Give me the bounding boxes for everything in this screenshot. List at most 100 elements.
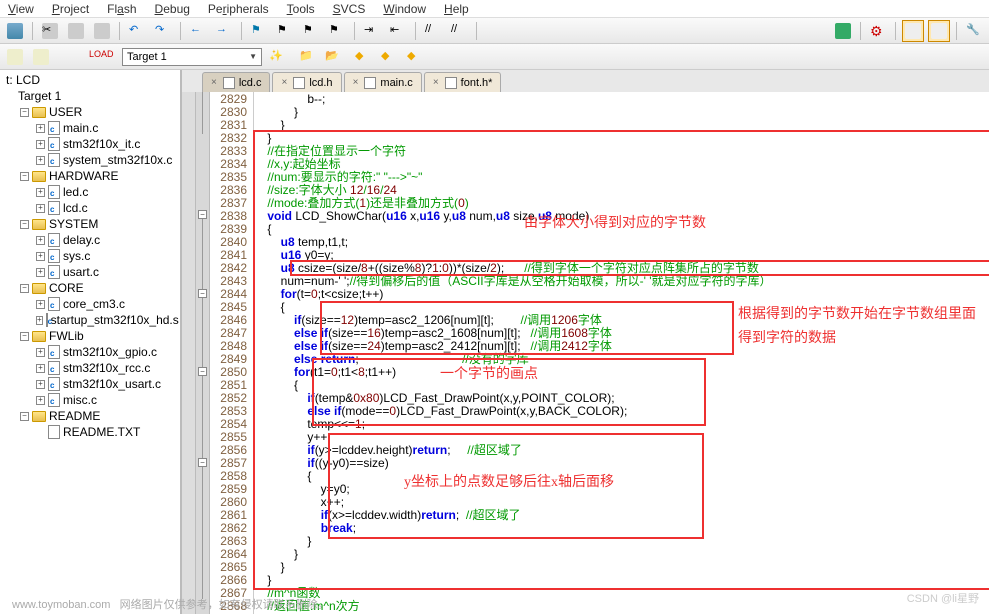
menu-flash[interactable]: Flash	[107, 2, 136, 17]
tb-f[interactable]: ◆	[378, 46, 400, 68]
tab-lcd-c[interactable]: ×lcd.c	[202, 72, 270, 92]
project-tree[interactable]: t: LCD Target 1 −USER +main.c +stm32f10x…	[0, 70, 180, 614]
collapse-icon[interactable]: −	[20, 412, 29, 421]
tb-e[interactable]: ◆	[352, 46, 374, 68]
bookmark-clear-button[interactable]: ⚑	[326, 20, 348, 42]
undo-button[interactable]: ↶	[126, 20, 148, 42]
bookmark-button[interactable]: ⚑	[248, 20, 270, 42]
expand-icon[interactable]: +	[36, 188, 45, 197]
expand-icon[interactable]: +	[36, 156, 45, 165]
tree-group-core[interactable]: −CORE	[2, 280, 178, 296]
menu-project[interactable]: Project	[52, 2, 89, 17]
tree-file[interactable]: +stm32f10x_rcc.c	[2, 360, 178, 376]
target-select[interactable]: Target 1 ▼	[122, 48, 262, 66]
save-button[interactable]	[4, 20, 26, 42]
expand-icon[interactable]: +	[36, 124, 45, 133]
tree-file[interactable]: +lcd.c	[2, 200, 178, 216]
fold-strip[interactable]: − − − −	[196, 92, 210, 614]
tree-file[interactable]: +delay.c	[2, 232, 178, 248]
expand-icon[interactable]: +	[36, 316, 43, 325]
expand-icon[interactable]: +	[36, 140, 45, 149]
expand-icon[interactable]: +	[36, 348, 45, 357]
tb-c[interactable]: 📁	[296, 46, 318, 68]
tree-group-hardware[interactable]: −HARDWARE	[2, 168, 178, 184]
menu-debug[interactable]: Debug	[155, 2, 190, 17]
tb-win2[interactable]	[928, 20, 950, 42]
comment-button[interactable]: //	[422, 20, 444, 42]
collapse-icon[interactable]: −	[20, 108, 29, 117]
collapse-icon[interactable]: −	[20, 172, 29, 181]
menu-window[interactable]: Window	[383, 2, 426, 17]
expand-icon[interactable]: +	[36, 204, 45, 213]
expand-icon[interactable]: +	[36, 268, 45, 277]
bookmark-prev-button[interactable]: ⚑	[274, 20, 296, 42]
menu-view[interactable]: View	[8, 2, 34, 17]
expand-icon[interactable]: +	[36, 364, 45, 373]
menu-tools[interactable]: Tools	[287, 2, 315, 17]
expand-icon[interactable]: +	[36, 252, 45, 261]
cut-button[interactable]: ✂	[39, 20, 61, 42]
tree-file[interactable]: +stm32f10x_it.c	[2, 136, 178, 152]
tree-group-system[interactable]: −SYSTEM	[2, 216, 178, 232]
tree-file[interactable]: +sys.c	[2, 248, 178, 264]
config-button[interactable]: 🔧	[963, 20, 985, 42]
close-icon[interactable]: ×	[281, 77, 287, 88]
collapse-icon[interactable]: −	[20, 332, 29, 341]
tree-file[interactable]: README.TXT	[2, 424, 178, 440]
paste-button[interactable]	[91, 20, 113, 42]
rebuild-button[interactable]	[30, 46, 52, 68]
menu-peripherals[interactable]: Peripherals	[208, 2, 269, 17]
code-editor[interactable]: − − − − 28292830283128322833283428352836…	[182, 92, 989, 614]
nav-fwd-button[interactable]: →	[213, 20, 235, 42]
tb-d[interactable]: 📂	[322, 46, 344, 68]
collapse-icon[interactable]: −	[20, 284, 29, 293]
tree-group-readme[interactable]: −README	[2, 408, 178, 424]
build-button[interactable]	[4, 46, 26, 68]
close-icon[interactable]: ×	[353, 77, 359, 88]
tab-lcd-h[interactable]: ×lcd.h	[272, 72, 341, 92]
debug-button[interactable]: ⚙	[867, 20, 889, 42]
menu-help[interactable]: Help	[444, 2, 469, 17]
expand-icon[interactable]: +	[36, 380, 45, 389]
tree-group-user[interactable]: −USER	[2, 104, 178, 120]
expand-icon[interactable]: +	[36, 236, 45, 245]
tree-group-fwlib[interactable]: −FWLib	[2, 328, 178, 344]
bookmark-next-button[interactable]: ⚑	[300, 20, 322, 42]
tree-target[interactable]: Target 1	[2, 88, 178, 104]
tab-font-h[interactable]: ×font.h*	[424, 72, 502, 92]
fold-toggle[interactable]: −	[198, 458, 207, 467]
tb-b[interactable]	[832, 20, 854, 42]
translate-button[interactable]	[56, 46, 78, 68]
tree-file[interactable]: +startup_stm32f10x_hd.s	[2, 312, 178, 328]
close-icon[interactable]: ×	[211, 77, 217, 88]
fold-toggle[interactable]: −	[198, 367, 207, 376]
code-content[interactable]: b--; } } } //在指定位置显示一个字符 //x,y:起始坐标 //nu…	[254, 92, 989, 614]
close-icon[interactable]: ×	[433, 77, 439, 88]
tree-file[interactable]: +system_stm32f10x.c	[2, 152, 178, 168]
nav-back-button[interactable]: ←	[187, 20, 209, 42]
tab-main-c[interactable]: ×main.c	[344, 72, 422, 92]
load-button[interactable]: LOAD	[86, 46, 108, 68]
tree-root[interactable]: t: LCD	[2, 72, 178, 88]
tb-win1[interactable]	[902, 20, 924, 42]
menu-svcs[interactable]: SVCS	[333, 2, 366, 17]
tree-file[interactable]: +core_cm3.c	[2, 296, 178, 312]
tb-g[interactable]: ◆	[404, 46, 426, 68]
fold-toggle[interactable]: −	[198, 210, 207, 219]
tree-file[interactable]: +main.c	[2, 120, 178, 136]
indent-button[interactable]: ⇥	[361, 20, 383, 42]
options-button[interactable]: ✨	[266, 46, 288, 68]
tree-file[interactable]: +stm32f10x_usart.c	[2, 376, 178, 392]
uncomment-button[interactable]: //	[448, 20, 470, 42]
tree-file[interactable]: +misc.c	[2, 392, 178, 408]
tree-file[interactable]: +led.c	[2, 184, 178, 200]
expand-icon[interactable]: +	[36, 300, 45, 309]
copy-button[interactable]	[65, 20, 87, 42]
redo-button[interactable]: ↷	[152, 20, 174, 42]
tree-file[interactable]: +stm32f10x_gpio.c	[2, 344, 178, 360]
expand-icon[interactable]: +	[36, 396, 45, 405]
tb-a[interactable]	[806, 20, 828, 42]
outdent-button[interactable]: ⇤	[387, 20, 409, 42]
fold-toggle[interactable]: −	[198, 289, 207, 298]
collapse-icon[interactable]: −	[20, 220, 29, 229]
